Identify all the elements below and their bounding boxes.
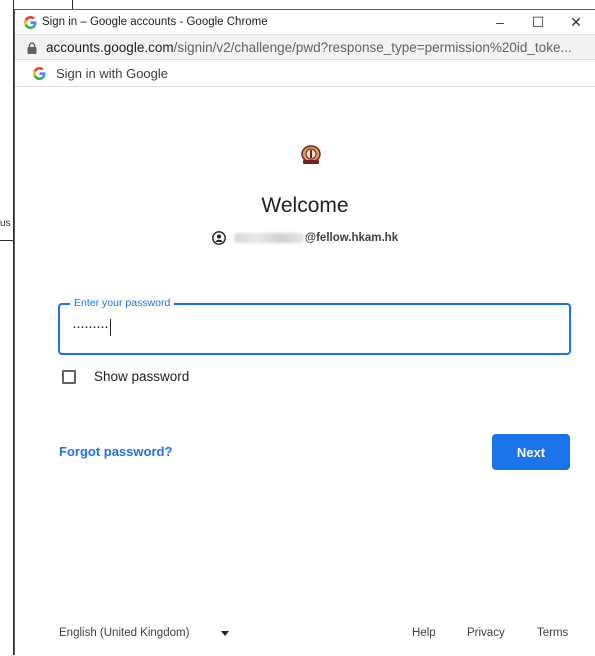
account-circle-icon xyxy=(211,231,226,245)
organization-crest-logo xyxy=(300,144,322,166)
redacted-username xyxy=(233,233,304,243)
background-window-text: us xyxy=(0,218,11,229)
google-signin-header: Sign in with Google xyxy=(15,60,595,87)
maximize-button[interactable]: ☐ xyxy=(519,10,557,34)
title-bar[interactable]: Sign in – Google accounts - Google Chrom… xyxy=(15,10,595,34)
page-title: Welcome xyxy=(261,194,349,217)
address-bar[interactable]: accounts.google.com/signin/v2/challenge/… xyxy=(15,34,595,60)
background-window xyxy=(0,0,14,655)
password-field[interactable]: Enter your password ········· xyxy=(58,297,571,355)
text-caret xyxy=(109,318,111,336)
show-password-row[interactable]: Show password xyxy=(62,369,189,384)
privacy-link[interactable]: Privacy xyxy=(467,627,505,639)
show-password-label[interactable]: Show password xyxy=(94,369,189,384)
show-password-checkbox[interactable] xyxy=(62,369,76,384)
window-controls: – ☐ ✕ xyxy=(481,10,595,34)
background-window-divider xyxy=(0,240,14,241)
language-selector[interactable]: English (United Kingdom) xyxy=(59,627,189,639)
signin-header-label: Sign in with Google xyxy=(56,65,169,81)
help-link[interactable]: Help xyxy=(412,627,436,639)
url-text[interactable]: accounts.google.com/signin/v2/challenge/… xyxy=(46,40,586,55)
signin-content: Welcome @fellow.hkam.hk Enter your passw… xyxy=(15,86,595,656)
chrome-popup-window: Sign in – Google accounts - Google Chrom… xyxy=(14,9,595,655)
google-g-logo-icon xyxy=(33,66,47,80)
forgot-password-link[interactable]: Forgot password? xyxy=(59,444,172,459)
url-host: accounts.google.com xyxy=(46,39,174,55)
google-g-icon xyxy=(23,15,37,29)
footer: English (United Kingdom) Help Privacy Te… xyxy=(15,627,595,647)
terms-link[interactable]: Terms xyxy=(537,627,568,639)
minimize-button[interactable]: – xyxy=(481,10,519,34)
password-value: ········· xyxy=(72,318,109,335)
account-chip[interactable]: @fellow.hkam.hk xyxy=(15,231,595,245)
caret-down-icon[interactable] xyxy=(221,631,229,636)
lock-icon[interactable] xyxy=(27,41,38,54)
next-button[interactable]: Next xyxy=(492,434,570,470)
account-email: @fellow.hkam.hk xyxy=(304,232,399,244)
window-title: Sign in – Google accounts - Google Chrom… xyxy=(42,16,268,28)
url-path: /signin/v2/challenge/pwd?response_type=p… xyxy=(173,39,572,55)
password-input[interactable]: ········· xyxy=(72,318,552,340)
password-field-label: Enter your password xyxy=(70,297,175,309)
close-button[interactable]: ✕ xyxy=(557,10,595,34)
